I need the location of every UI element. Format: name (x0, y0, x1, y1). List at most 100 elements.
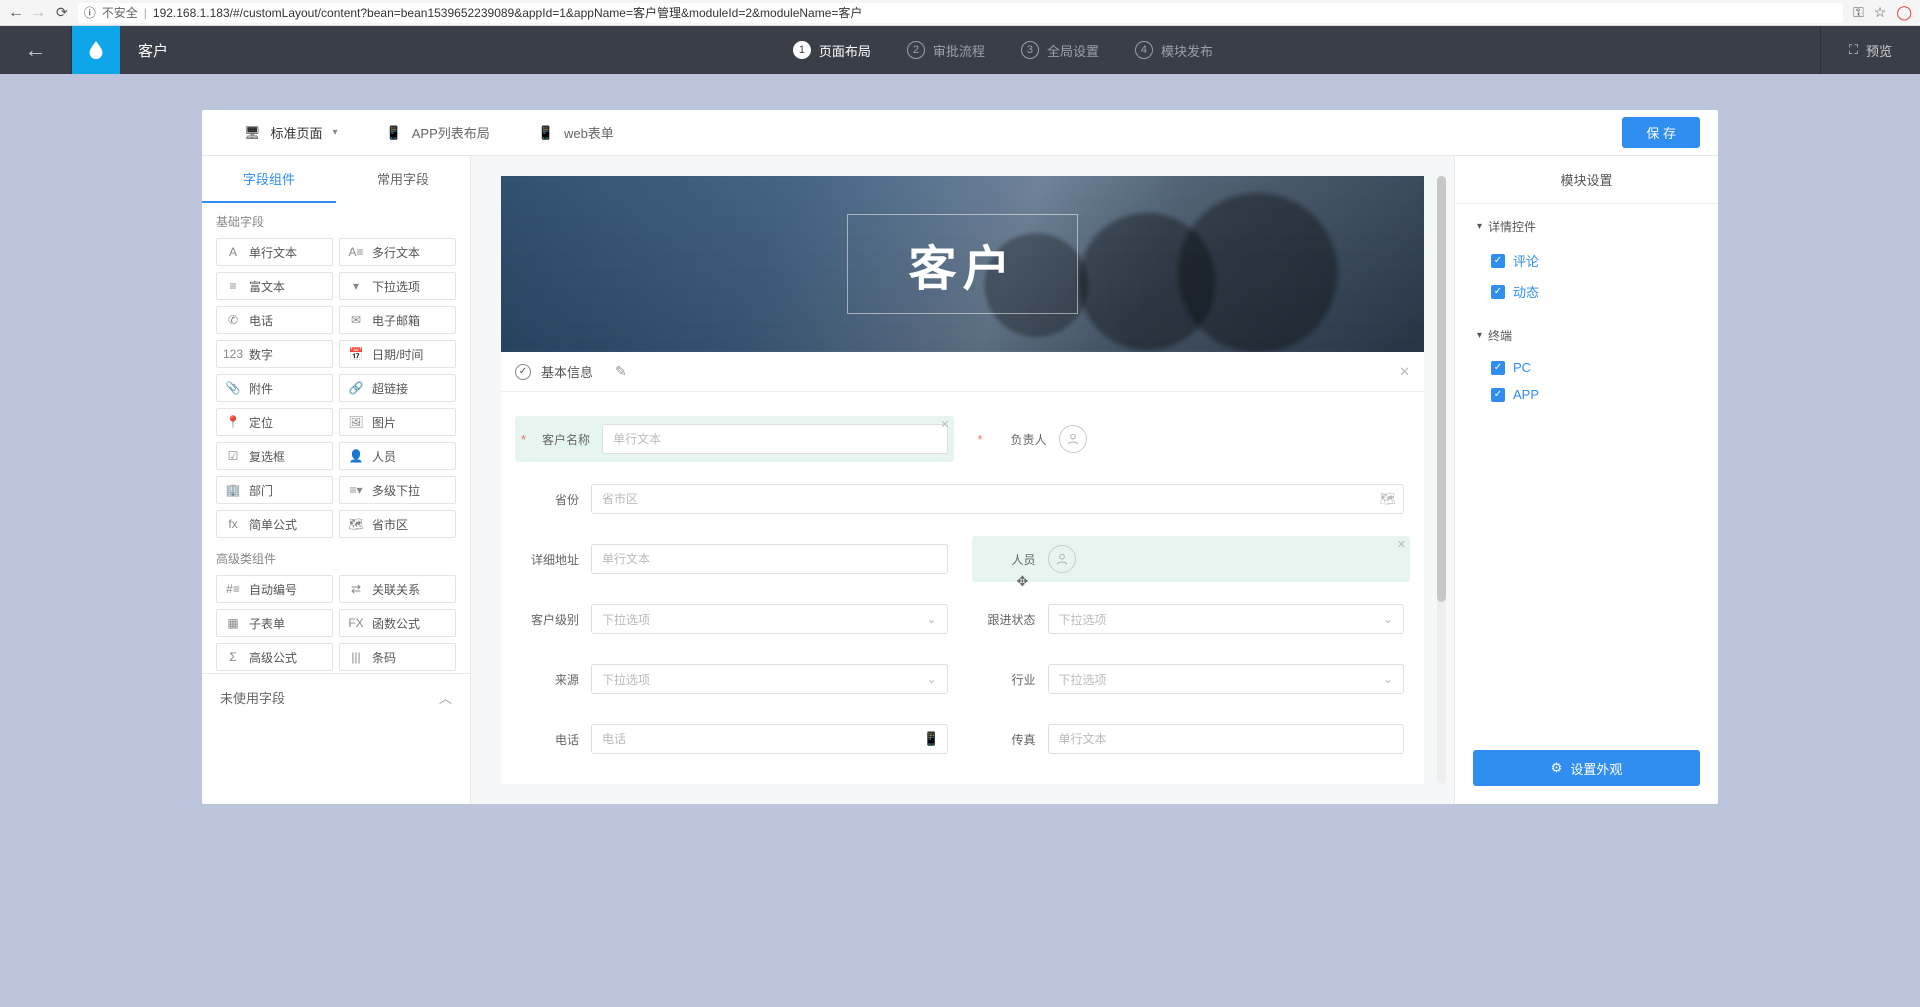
checkbox-checked-icon[interactable]: ✓ (1491, 285, 1505, 299)
star-icon[interactable]: ☆ (1874, 4, 1887, 21)
step-approval[interactable]: 2 审批流程 (907, 41, 985, 60)
user-icon[interactable] (1048, 545, 1076, 573)
phone-input[interactable] (591, 724, 948, 754)
level-select[interactable]: 下拉选项⌄ (591, 604, 948, 634)
section-header[interactable]: ✓ 基本信息 ✎ ✕ (501, 352, 1424, 392)
basic-field-1[interactable]: A≡多行文本 (339, 238, 456, 266)
adv-field-2[interactable]: ▦子表单 (216, 609, 333, 637)
source-select[interactable]: 下拉选项⌄ (591, 664, 948, 694)
basic-field-14[interactable]: 🏢部门 (216, 476, 333, 504)
basic-field-2[interactable]: ≡富文本 (216, 272, 333, 300)
basic-field-5[interactable]: ✉电子邮箱 (339, 306, 456, 334)
detail-item-comment[interactable]: ✓ 评论 (1477, 245, 1696, 276)
field-item-label: 附件 (249, 380, 273, 397)
save-button[interactable]: 保 存 (1622, 117, 1700, 148)
basic-field-15[interactable]: ≡▾多级下拉 (339, 476, 456, 504)
field-item-label: 自动编号 (249, 581, 297, 598)
adv-field-0[interactable]: #≡自动编号 (216, 575, 333, 603)
follow-select[interactable]: 下拉选项⌄ (1048, 604, 1405, 634)
reload-icon[interactable]: ⟳ (56, 4, 68, 21)
field-item-label: 电话 (249, 312, 273, 329)
set-appearance-button[interactable]: ⚙ 设置外观 (1473, 750, 1700, 786)
mode-standard[interactable]: 🖥 标准页面 ▾ (220, 123, 362, 142)
unused-fields-toggle[interactable]: 未使用字段 ︿ (202, 673, 470, 721)
basic-field-6[interactable]: 123数字 (216, 340, 333, 368)
basic-field-3[interactable]: ▾下拉选项 (339, 272, 456, 300)
fax-input[interactable] (1048, 724, 1405, 754)
basic-field-13[interactable]: 👤人员 (339, 442, 456, 470)
province-input[interactable] (591, 484, 1404, 514)
close-icon[interactable]: ✕ (1399, 364, 1410, 380)
adv-field-3[interactable]: FX函数公式 (339, 609, 456, 637)
adv-field-5[interactable]: |||条码 (339, 643, 456, 671)
left-panel: 字段组件 常用字段 基础字段 A单行文本A≡多行文本≡富文本▾下拉选项✆电话✉电… (202, 156, 471, 804)
terminal-header[interactable]: ▾ 终端 (1477, 327, 1696, 344)
nav-back-icon[interactable]: ← (8, 4, 24, 22)
tab-common-fields[interactable]: 常用字段 (336, 156, 470, 203)
field-type-icon: 123 (225, 347, 241, 361)
basic-field-16[interactable]: fx简单公式 (216, 510, 333, 538)
basic-field-11[interactable]: 🖼图片 (339, 408, 456, 436)
checkbox-checked-icon[interactable]: ✓ (1491, 388, 1505, 402)
field-source[interactable]: 来源 下拉选项⌄ (515, 656, 954, 702)
nav-forward-icon[interactable]: → (30, 4, 46, 22)
mobile-icon: 📱 (538, 125, 554, 141)
user-icon[interactable] (1059, 425, 1087, 453)
detail-controls-header[interactable]: ▾ 详情控件 (1477, 218, 1696, 235)
close-icon[interactable]: ✕ (1397, 538, 1406, 551)
basic-field-8[interactable]: 📎附件 (216, 374, 333, 402)
field-follow-status[interactable]: 跟进状态 下拉选项⌄ (972, 596, 1411, 642)
field-address[interactable]: 详细地址 (515, 536, 954, 582)
basic-field-12[interactable]: ☑复选框 (216, 442, 333, 470)
field-type-icon: ✉ (348, 313, 364, 327)
field-person-dragging[interactable]: ✕ 人员 ✥ (972, 536, 1411, 582)
terminal-item-app[interactable]: ✓ APP (1477, 381, 1696, 408)
basic-field-0[interactable]: A单行文本 (216, 238, 333, 266)
field-level[interactable]: 客户级别 下拉选项⌄ (515, 596, 954, 642)
basic-field-17[interactable]: 🗺省市区 (339, 510, 456, 538)
key-icon[interactable]: ⚿ (1853, 4, 1864, 21)
adv-field-4[interactable]: Σ高级公式 (216, 643, 333, 671)
app-top-bar: ← 客户 1 页面布局 2 审批流程 3 全局设置 4 模块发布 ⛶ 预览 (0, 26, 1920, 74)
preview-button[interactable]: ⛶ 预览 (1820, 26, 1920, 74)
ext-icon[interactable]: ◯ (1896, 4, 1912, 21)
design-canvas[interactable]: 客户 ✓ 基本信息 ✎ ✕ ✕ * 客户名称 (471, 156, 1454, 804)
back-button[interactable]: ← (0, 26, 72, 74)
field-owner[interactable]: * 负责人 (972, 416, 1411, 462)
checkbox-checked-icon[interactable]: ✓ (1491, 254, 1505, 268)
close-icon[interactable]: ✕ (940, 418, 949, 431)
field-item-label: 富文本 (249, 278, 285, 295)
field-industry[interactable]: 行业 下拉选项⌄ (972, 656, 1411, 702)
basic-field-4[interactable]: ✆电话 (216, 306, 333, 334)
wizard-steps: 1 页面布局 2 审批流程 3 全局设置 4 模块发布 (186, 41, 1820, 60)
mode-app-list[interactable]: 📱 APP列表布局 (362, 123, 514, 142)
tab-field-components[interactable]: 字段组件 (202, 156, 336, 203)
scrollbar[interactable] (1437, 176, 1446, 784)
field-customer-name[interactable]: ✕ * 客户名称 (515, 416, 954, 462)
basic-field-9[interactable]: 🔗超链接 (339, 374, 456, 402)
adv-field-1[interactable]: ⇄关联关系 (339, 575, 456, 603)
mode-web-form[interactable]: 📱 web表单 (514, 123, 638, 142)
url-bar[interactable]: ⓘ 不安全 | 192.168.1.183/#/customLayout/con… (78, 3, 1843, 23)
phone-icon: 📱 (923, 731, 939, 747)
field-type-icon: ⇄ (348, 582, 364, 596)
step-layout[interactable]: 1 页面布局 (793, 41, 871, 60)
step-publish[interactable]: 4 模块发布 (1135, 41, 1213, 60)
field-item-label: 省市区 (372, 516, 408, 533)
customer-name-input[interactable] (602, 424, 947, 454)
basic-field-10[interactable]: 📍定位 (216, 408, 333, 436)
field-type-icon: A≡ (348, 245, 364, 259)
address-input[interactable] (591, 544, 948, 574)
terminal-item-pc[interactable]: ✓ PC (1477, 354, 1696, 381)
field-province[interactable]: 省份 🗺 (515, 476, 1410, 522)
detail-item-activity[interactable]: ✓ 动态 (1477, 276, 1696, 307)
field-phone[interactable]: 电话 📱 (515, 716, 954, 762)
edit-icon[interactable]: ✎ (615, 363, 627, 380)
basic-field-7[interactable]: 📅日期/时间 (339, 340, 456, 368)
step-global[interactable]: 3 全局设置 (1021, 41, 1099, 60)
banner[interactable]: 客户 (501, 176, 1424, 352)
desktop-icon: 🖥 (244, 125, 261, 141)
field-fax[interactable]: 传真 (972, 716, 1411, 762)
industry-select[interactable]: 下拉选项⌄ (1048, 664, 1405, 694)
checkbox-checked-icon[interactable]: ✓ (1491, 361, 1505, 375)
